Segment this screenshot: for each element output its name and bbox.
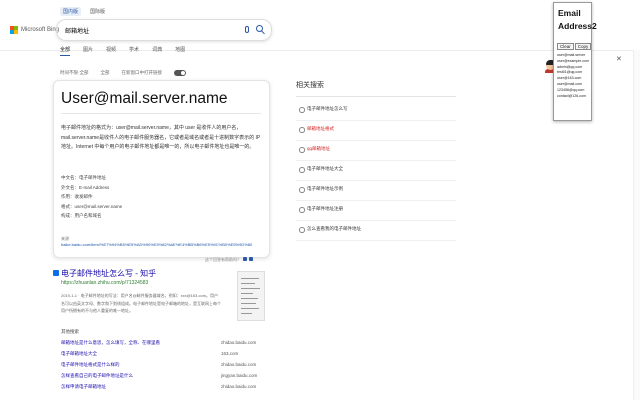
link-text[interactable]: 怎样申请电子邮箱地址 <box>61 384 106 390</box>
list-item[interactable]: contact@126.com <box>557 94 590 100</box>
search-icon <box>299 127 305 133</box>
tab-images[interactable]: 图片 <box>83 46 93 56</box>
related-item[interactable]: 邮箱地址格式 <box>296 121 456 141</box>
attr-row: 作用：收发邮件 <box>61 194 93 199</box>
list-item: 电子邮件地址格式是什么样的 zhidao.baidu.com <box>61 362 261 373</box>
list-item: 怎样申请电子邮箱地址 zhidao.baidu.com <box>61 384 261 395</box>
microphone-icon[interactable] <box>245 26 249 33</box>
link-text[interactable]: 电子邮箱地址大全 <box>61 351 97 357</box>
list-item: 怎样查看自己的电子邮件地址是什么 jingyan.baidu.com <box>61 373 261 384</box>
region-filter[interactable]: 全部 <box>101 70 110 76</box>
open-links-label: 在新窗口中打开链接 <box>121 70 163 75</box>
tab-dictionary[interactable]: 词典 <box>152 46 162 56</box>
close-icon[interactable]: ✕ <box>616 55 622 63</box>
attr-row: 格式：user@mail.server.name <box>61 203 123 209</box>
copy-button[interactable]: Copy <box>574 43 592 50</box>
search-box <box>56 19 272 41</box>
search-icon <box>299 147 305 153</box>
related-item-label: 怎么查看我的电子邮件地址 <box>307 226 361 231</box>
other-searches-list: 邮箱地址是什么意思，怎么填写，全称、在哪里看 zhidao.baidu.com … <box>61 340 261 395</box>
extension-buttons: Clear Copy <box>557 43 592 50</box>
related-title: 相关搜索 <box>296 82 324 89</box>
result-url[interactable]: https://zhuanlan.zhihu.com/p/71324583 <box>61 280 148 286</box>
open-links-toggle[interactable] <box>174 70 186 76</box>
related-divider <box>296 96 456 97</box>
result-title[interactable]: 电子邮件地址怎么写 - 知乎 <box>61 268 156 279</box>
link-domain: 163.com <box>221 351 239 356</box>
list-item: 电子邮箱地址大全 163.com <box>61 351 261 362</box>
list-item[interactable]: user@example.com <box>557 59 590 65</box>
scope-tab-international[interactable]: 国际版 <box>87 7 108 16</box>
search-icon <box>299 107 305 113</box>
answer-divider <box>61 113 261 114</box>
answer-title: User@mail.server.name <box>61 90 228 107</box>
microsoft-logo-icon <box>10 26 18 34</box>
tab-videos[interactable]: 视频 <box>106 46 116 56</box>
list-item[interactable]: user@mail.server <box>557 53 590 59</box>
link-domain: zhidao.baidu.com <box>221 362 257 367</box>
related-item-label: 邮箱地址格式 <box>307 126 334 131</box>
related-item-label: 电子邮件地址怎么写 <box>307 106 348 111</box>
extension-title: Email Address2 <box>558 8 597 31</box>
search-icon <box>299 187 305 193</box>
logo-text: Microsoft Bing <box>21 27 60 33</box>
search-input[interactable] <box>63 24 237 37</box>
tab-maps[interactable]: 地图 <box>175 46 185 56</box>
result-snippet: 2019-1-1 · 电子邮件地址的写法：用户名@邮件服务器域名。例如：xxx@… <box>61 293 221 313</box>
tab-academic[interactable]: 学术 <box>129 46 139 56</box>
scope-tab-domestic[interactable]: 国内版 <box>60 7 82 16</box>
link-domain: jingyan.baidu.com <box>221 373 258 378</box>
attr-row: 构成：用户名和域名 <box>61 213 102 218</box>
answer-description: 电子邮件地址的格式为：user@mail.server.name，其中 user… <box>61 125 261 150</box>
related-item[interactable]: 电子邮件地址怎么写 <box>296 101 456 121</box>
search-icon <box>299 227 305 233</box>
feedback-label: 这个回答有帮助吗？ <box>205 257 241 262</box>
page-scrollbar[interactable] <box>633 50 640 400</box>
time-filter[interactable]: 时间不限·全部 <box>60 70 89 76</box>
related-item[interactable]: 怎么查看我的电子邮件地址 <box>296 221 456 241</box>
nav-tabs: 全部 图片 视频 学术 词典 地图 <box>60 46 185 56</box>
related-searches: 相关搜索 电子邮件地址怎么写 邮箱地址格式 qq邮箱地址 电子邮件地址大全 电子… <box>296 80 456 241</box>
thumbs-up-icon[interactable] <box>243 257 248 261</box>
link-domain: zhidao.baidu.com <box>221 340 257 345</box>
answer-card: User@mail.server.name 电子邮件地址的格式为：user@ma… <box>53 80 270 258</box>
feedback: 这个回答有帮助吗？ <box>205 257 254 263</box>
other-searches-heading: 其他搜索 <box>61 329 79 334</box>
related-item-label: 电子邮件地址大全 <box>307 166 343 171</box>
scope-tabs: 国内版 国际版 <box>60 7 108 16</box>
attr-row: 中文名：电子邮件地址 <box>61 175 106 180</box>
related-item-label: qq邮箱地址 <box>307 146 331 151</box>
list-item: 邮箱地址是什么意思，怎么填写，全称、在哪里看 zhidao.baidu.com <box>61 340 261 351</box>
filter-bar: 时间不限·全部 全部 在新窗口中打开链接 <box>60 70 186 76</box>
thumbs-down-icon[interactable] <box>249 257 254 261</box>
top-bar: 国内版 国际版 Microsoft Bing <box>0 0 640 51</box>
tab-all[interactable]: 全部 <box>60 46 71 56</box>
bing-logo[interactable]: Microsoft Bing <box>10 26 59 34</box>
related-item[interactable]: 电子邮件地址示例 <box>296 181 456 201</box>
related-item[interactable]: 电子邮件地址注册 <box>296 201 456 221</box>
answer-attributes: 中文名：电子邮件地址 外文名：E-mail Address 作用：收发邮件 格式… <box>61 173 122 221</box>
search-icon <box>299 167 305 173</box>
link-text[interactable]: 电子邮件地址格式是什么样的 <box>61 362 120 368</box>
clear-button[interactable]: Clear <box>557 43 574 50</box>
related-item[interactable]: qq邮箱地址 <box>296 141 456 161</box>
link-text[interactable]: 怎样查看自己的电子邮件地址是什么 <box>61 373 133 379</box>
related-item-label: 电子邮件地址示例 <box>307 186 343 191</box>
source-link[interactable]: baike.baidu.com/item/%E7%94%B5%E5%AD%90%… <box>61 242 252 247</box>
related-item-label: 电子邮件地址注册 <box>307 206 343 211</box>
email-list: user@mail.server user@example.com admin@… <box>557 53 590 99</box>
link-domain: zhidao.baidu.com <box>221 384 257 389</box>
attr-row: 外文名：E-mail Address <box>61 184 110 190</box>
link-text[interactable]: 邮箱地址是什么意思，怎么填写，全称、在哪里看 <box>61 340 160 346</box>
zhihu-icon <box>53 270 59 276</box>
search-icon <box>299 207 305 213</box>
search-icon[interactable] <box>256 25 263 32</box>
result-thumbnail[interactable] <box>237 271 265 321</box>
related-item[interactable]: 电子邮件地址大全 <box>296 161 456 181</box>
email-extension-popup: Email Address2 Clear Copy user@mail.serv… <box>553 2 597 121</box>
